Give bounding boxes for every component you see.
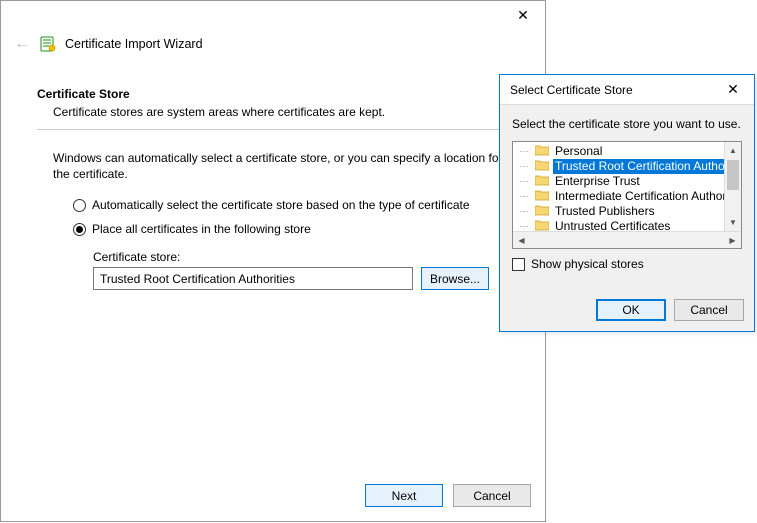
- radio-auto-label: Automatically select the certificate sto…: [92, 198, 470, 212]
- select-certificate-store-dialog: Select Certificate Store ✕ Select the ce…: [499, 74, 755, 332]
- radio-place-label: Place all certificates in the following …: [92, 222, 311, 236]
- close-icon[interactable]: ✕: [712, 76, 754, 104]
- show-physical-label: Show physical stores: [531, 257, 644, 271]
- tree-connector-icon: ⋯: [517, 219, 531, 231]
- wizard-titlebar: ✕: [1, 1, 545, 31]
- folder-icon: [535, 144, 549, 160]
- dialog-footer: OK Cancel: [500, 299, 754, 331]
- back-arrow-icon[interactable]: ←: [13, 35, 31, 53]
- browse-button[interactable]: Browse...: [421, 267, 489, 290]
- wizard-footer: Next Cancel: [365, 484, 531, 507]
- radio-icon: [73, 199, 86, 212]
- dialog-titlebar: Select Certificate Store ✕: [500, 75, 754, 105]
- dialog-title: Select Certificate Store: [510, 83, 633, 97]
- dialog-body: Select the certificate store you want to…: [500, 105, 754, 299]
- folder-icon: [535, 189, 549, 205]
- tree-item-label: Untrusted Certificates: [553, 219, 672, 231]
- tree-item-label: Personal: [553, 144, 604, 159]
- certificate-import-wizard-window: ✕ ← Certificate Import Wizard Certificat…: [0, 0, 546, 522]
- close-icon[interactable]: ✕: [501, 1, 545, 29]
- radio-place-all[interactable]: Place all certificates in the following …: [73, 222, 515, 236]
- show-physical-stores-checkbox[interactable]: Show physical stores: [512, 257, 742, 271]
- scroll-thumb[interactable]: [727, 160, 739, 190]
- scroll-up-icon[interactable]: ▲: [725, 142, 741, 159]
- scroll-down-icon[interactable]: ▼: [725, 214, 741, 231]
- checkbox-icon: [512, 258, 525, 271]
- folder-icon: [535, 174, 549, 190]
- tree-item[interactable]: ⋯ Enterprise Trust: [517, 174, 724, 189]
- tree-item-label: Trusted Publishers: [553, 204, 657, 219]
- scroll-left-icon[interactable]: ◀: [513, 232, 530, 248]
- tree-item[interactable]: ⋯ Personal: [517, 144, 724, 159]
- store-radio-group: Automatically select the certificate sto…: [73, 198, 515, 236]
- next-button[interactable]: Next: [365, 484, 443, 507]
- tree-connector-icon: ⋯: [517, 189, 531, 204]
- tree-item[interactable]: ⋯ Trusted Publishers: [517, 204, 724, 219]
- radio-auto-select[interactable]: Automatically select the certificate sto…: [73, 198, 515, 212]
- folder-icon: [535, 159, 549, 175]
- intro-paragraph: Windows can automatically select a certi…: [53, 150, 503, 182]
- horizontal-scrollbar[interactable]: ◀ ▶: [513, 231, 741, 248]
- divider: [37, 129, 515, 130]
- tree-item[interactable]: ⋯ Trusted Root Certification Authorities: [517, 159, 724, 174]
- wizard-title: Certificate Import Wizard: [65, 37, 203, 51]
- tree-connector-icon: ⋯: [517, 144, 531, 159]
- cancel-button[interactable]: Cancel: [674, 299, 744, 321]
- certificate-store-input[interactable]: [93, 267, 413, 290]
- folder-icon: [535, 204, 549, 220]
- ok-button[interactable]: OK: [596, 299, 666, 321]
- section-subtitle: Certificate stores are system areas wher…: [53, 105, 515, 119]
- dialog-prompt: Select the certificate store you want to…: [512, 117, 742, 131]
- cancel-button[interactable]: Cancel: [453, 484, 531, 507]
- tree-connector-icon: ⋯: [517, 204, 531, 219]
- tree-connector-icon: ⋯: [517, 159, 531, 174]
- tree-connector-icon: ⋯: [517, 174, 531, 189]
- tree-item[interactable]: ⋯ Untrusted Certificates: [517, 219, 724, 231]
- certificate-store-tree: ⋯ Personal ⋯ Trusted Root Certification Aut…: [512, 141, 742, 249]
- tree-item[interactable]: ⋯ Intermediate Certification Authorities: [517, 189, 724, 204]
- folder-icon: [535, 219, 549, 232]
- section-title: Certificate Store: [37, 87, 515, 101]
- vertical-scrollbar[interactable]: ▲ ▼: [724, 142, 741, 231]
- radio-icon: [73, 223, 86, 236]
- certificate-store-area: Certificate store: Browse...: [93, 250, 515, 290]
- tree-item-label: Enterprise Trust: [553, 174, 642, 189]
- wizard-header: ← Certificate Import Wizard: [1, 31, 545, 59]
- tree-item-label: Trusted Root Certification Authorities: [553, 159, 724, 174]
- tree-list[interactable]: ⋯ Personal ⋯ Trusted Root Certification Aut…: [513, 142, 724, 231]
- certificate-store-label: Certificate store:: [93, 250, 515, 264]
- wizard-body: Certificate Store Certificate stores are…: [1, 59, 545, 290]
- scroll-right-icon[interactable]: ▶: [724, 232, 741, 248]
- certificate-icon: [39, 35, 57, 53]
- tree-item-label: Intermediate Certification Authorities: [553, 189, 724, 204]
